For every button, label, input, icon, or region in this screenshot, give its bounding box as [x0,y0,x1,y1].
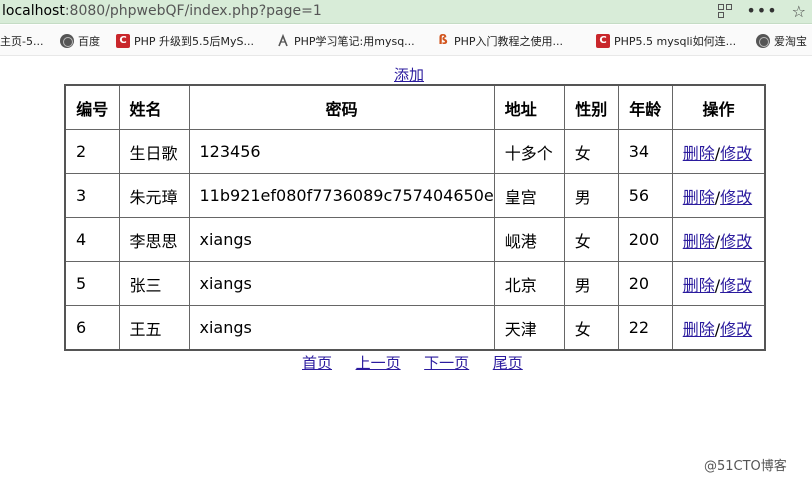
header-address: 地址 [493,84,565,130]
delete-link[interactable]: 删除 [683,276,715,295]
cell-address: 岘港 [493,217,565,262]
url-text[interactable]: localhost:8080/phpwebQF/index.php?page=1 [2,3,322,19]
bookmark-item[interactable]: PHP学习笔记:用mysq... [276,33,415,49]
cell-id: 4 [64,217,120,262]
edit-link[interactable]: 修改 [720,320,752,339]
next-page-link[interactable]: 下一页 [424,354,469,372]
cell-id: 6 [64,305,120,351]
bookmark-label: PHP 升级到5.5后MyS... [134,35,255,48]
cell-actions: 删除/修改 [671,305,766,351]
bookmark-item[interactable]: C PHP5.5 mysqli如何连... [596,33,736,49]
address-bar[interactable]: localhost:8080/phpwebQF/index.php?page=1… [0,0,812,24]
cell-gender: 女 [563,129,619,174]
cell-password: 11b921ef080f7736089c757404650e [188,173,495,218]
cell-id: 3 [64,173,120,218]
bookmark-item[interactable]: C PHP 升级到5.5后MyS... [116,33,254,49]
bookmark-label: 百度 [78,35,100,48]
table-row: 4 李思思 xiangs 岘港女 200 删除/修改 [64,217,766,262]
bookmark-label: 主页-5... [0,35,44,48]
table-header-row: 编号 姓名 密码 地址 性别 年龄 操作 [64,84,766,130]
pagination: 首页 上一页 下一页 尾页 [302,352,523,373]
delete-link[interactable]: 删除 [683,232,715,251]
cell-name: 李思思 [118,217,190,262]
url-host: localhost [2,3,65,19]
leaf-icon [276,33,290,48]
bookmarks-bar: 主页-5... 百度 C PHP 升级到5.5后MyS... PHP学习笔记:用… [0,25,812,56]
watermark: @51CTO博客 [704,459,787,474]
header-actions: 操作 [671,84,766,130]
bookmark-label: PHP5.5 mysqli如何连... [614,35,737,48]
cell-address: 十多个 [493,129,565,174]
cell-name: 朱元璋 [118,173,190,218]
add-link[interactable]: 添加 [394,64,424,85]
cell-gender: 女 [563,305,619,351]
bookmark-item[interactable]: ß PHP入门教程之使用... [436,33,563,49]
header-password: 密码 [188,84,495,130]
more-menu-icon[interactable]: ••• [746,3,777,19]
b-icon: ß [438,33,448,48]
table-row: 3 朱元璋 11b921ef080f7736089c757404650e 皇宫男 56 删… [64,173,766,218]
user-table: 编号 姓名 密码 地址 性别 年龄 操作 2 生日歌 123456 十多个女 34 删除/… [64,84,767,351]
bookmark-label: PHP入门教程之使用... [454,35,564,48]
delete-link[interactable]: 删除 [683,188,715,207]
cell-id: 2 [64,129,120,174]
cell-age: 20 [617,261,673,306]
cell-password: 123456 [188,129,495,174]
edit-link[interactable]: 修改 [720,232,752,251]
bookmark-label: 爱淘宝 [774,35,807,48]
globe-icon [756,34,770,48]
cell-actions: 删除/修改 [671,261,766,306]
cell-age: 22 [617,305,673,351]
cell-actions: 删除/修改 [671,173,766,218]
url-path: :8080/phpwebQF/index.php?page=1 [64,3,322,19]
cell-age: 34 [617,129,673,174]
header-id: 编号 [64,84,120,130]
cell-gender: 男 [563,173,619,218]
header-gender: 性别 [563,84,619,130]
qr-code-icon[interactable] [718,4,733,18]
cell-address: 天津 [493,305,565,351]
cell-address: 皇宫 [493,173,565,218]
cell-age: 200 [617,217,673,262]
bookmark-item[interactable]: 百度 [60,33,100,49]
cell-password: xiangs [188,217,495,262]
globe-icon [60,34,74,48]
first-page-link[interactable]: 首页 [302,354,332,372]
bookmark-item[interactable]: 主页-5... [0,33,43,49]
cell-gender: 男 [563,261,619,306]
bookmark-star-icon[interactable]: ☆ [792,2,806,21]
delete-link[interactable]: 删除 [683,144,715,163]
bookmark-label: PHP学习笔记:用mysq... [294,35,415,48]
header-name: 姓名 [118,84,190,130]
bookmark-item[interactable]: 爱淘宝 [756,33,807,49]
csdn-icon: C [116,34,130,48]
cell-address: 北京 [493,261,565,306]
cell-name: 生日歌 [118,129,190,174]
cell-name: 张三 [118,261,190,306]
delete-link[interactable]: 删除 [683,320,715,339]
cell-id: 5 [64,261,120,306]
last-page-link[interactable]: 尾页 [493,354,523,372]
cell-password: xiangs [188,261,495,306]
edit-link[interactable]: 修改 [720,188,752,207]
edit-link[interactable]: 修改 [720,276,752,295]
csdn-icon: C [596,34,610,48]
prev-page-link[interactable]: 上一页 [356,354,401,372]
cell-age: 56 [617,173,673,218]
cell-actions: 删除/修改 [671,217,766,262]
cell-password: xiangs [188,305,495,351]
table-row: 6 王五 xiangs 天津女 22 删除/修改 [64,305,766,351]
cell-gender: 女 [563,217,619,262]
table-row: 5 张三 xiangs 北京男 20 删除/修改 [64,261,766,306]
table-row: 2 生日歌 123456 十多个女 34 删除/修改 [64,129,766,174]
header-age: 年龄 [617,84,673,130]
cell-name: 王五 [118,305,190,351]
cell-actions: 删除/修改 [671,129,766,174]
edit-link[interactable]: 修改 [720,144,752,163]
